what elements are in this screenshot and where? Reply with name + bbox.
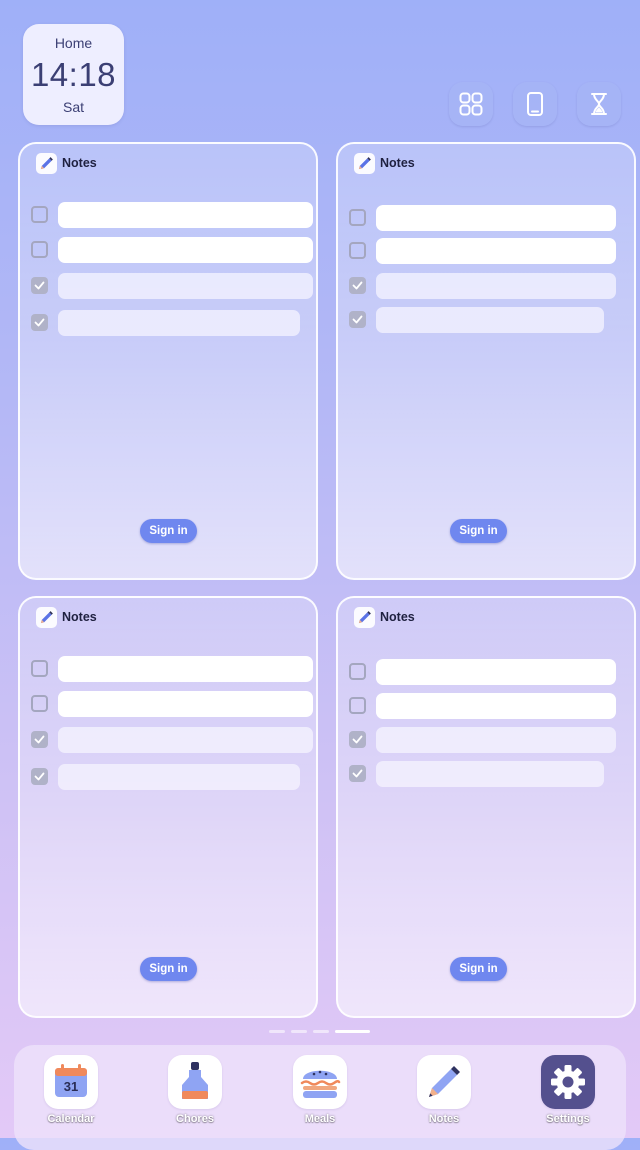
page-dot[interactable] (291, 1030, 307, 1033)
checkbox[interactable] (31, 241, 48, 258)
sign-in-button[interactable]: Sign in (450, 519, 507, 543)
item-text-field[interactable] (58, 656, 313, 682)
clock-location-label: Home (54, 35, 93, 51)
clock-widget[interactable]: Home 14:18 Sat (23, 24, 124, 125)
checkbox[interactable] (31, 695, 48, 712)
notes-pencil-icon (354, 152, 375, 174)
checkbox-checked[interactable] (349, 765, 366, 782)
checkbox-checked[interactable] (31, 731, 48, 748)
checkbox-checked[interactable] (349, 311, 366, 328)
calendar-date-text: 31 (63, 1079, 79, 1094)
notes-widget-4[interactable]: Notes Sign in (336, 596, 636, 1018)
dock-app-label: Chores (176, 1113, 214, 1125)
burger-icon (293, 1055, 347, 1109)
notes-widget-3[interactable]: Notes Sign in (18, 596, 318, 1018)
dock-app-label: Calendar (47, 1113, 95, 1125)
item-text-field[interactable] (376, 693, 616, 719)
checkbox[interactable] (31, 660, 48, 677)
check-icon (34, 735, 45, 744)
phone-icon (527, 92, 543, 116)
dock-app-notes[interactable]: Notes (409, 1055, 479, 1125)
item-text-field[interactable] (376, 727, 616, 753)
widget-title: Notes (380, 610, 415, 624)
item-text-field[interactable] (58, 764, 300, 790)
dock-app-label: Notes (428, 1113, 460, 1125)
grid-apps-icon (459, 92, 483, 116)
dock-app-chores[interactable]: Chores (160, 1055, 230, 1125)
checkbox-checked[interactable] (31, 768, 48, 785)
app-dock: 31 Calendar Chores Meals Notes Settings (14, 1045, 626, 1150)
checkbox-checked[interactable] (31, 277, 48, 294)
checkbox[interactable] (349, 663, 366, 680)
pencil-icon (417, 1055, 471, 1109)
check-icon (34, 772, 45, 781)
hourglass-icon (591, 93, 607, 115)
check-icon (352, 769, 363, 778)
item-text-field[interactable] (58, 202, 313, 228)
dock-app-meals[interactable]: Meals (285, 1055, 355, 1125)
check-icon (34, 281, 45, 290)
sign-in-button[interactable]: Sign in (450, 957, 507, 981)
item-text-field[interactable] (376, 205, 616, 231)
dock-app-label: Settings (546, 1113, 590, 1125)
page-dot[interactable] (313, 1030, 329, 1033)
checkbox[interactable] (349, 697, 366, 714)
item-text-field[interactable] (58, 273, 313, 299)
check-icon (352, 281, 363, 290)
check-icon (352, 315, 363, 324)
item-text-field[interactable] (58, 727, 313, 753)
item-text-field[interactable] (58, 691, 313, 717)
page-dot[interactable] (269, 1030, 285, 1033)
widget-title: Notes (62, 610, 97, 624)
checkbox[interactable] (31, 206, 48, 223)
dock-app-settings[interactable]: Settings (533, 1055, 603, 1125)
dock-app-calendar[interactable]: 31 Calendar (36, 1055, 106, 1125)
dock-app-label: Meals (304, 1113, 336, 1125)
item-text-field[interactable] (376, 659, 616, 685)
sign-in-button[interactable]: Sign in (140, 957, 197, 981)
spray-bottle-icon (168, 1055, 222, 1109)
clock-time: 14:18 (30, 56, 117, 93)
checkbox[interactable] (349, 209, 366, 226)
notes-pencil-icon (354, 606, 375, 628)
widget-title: Notes (62, 156, 97, 170)
check-icon (352, 735, 363, 744)
calendar-icon: 31 (44, 1055, 98, 1109)
clock-day: Sat (62, 99, 84, 115)
widget-title: Notes (380, 156, 415, 170)
item-text-field[interactable] (376, 761, 604, 787)
checkbox-checked[interactable] (31, 314, 48, 331)
notes-widget-1[interactable]: Notes Sign in (18, 142, 318, 580)
apps-button[interactable] (449, 82, 493, 126)
item-text-field[interactable] (58, 310, 300, 336)
item-text-field[interactable] (58, 237, 313, 263)
page-dot-active[interactable] (335, 1030, 370, 1033)
checkbox-checked[interactable] (349, 277, 366, 294)
item-text-field[interactable] (376, 307, 604, 333)
checkbox[interactable] (349, 242, 366, 259)
page-indicator (0, 1030, 640, 1034)
item-text-field[interactable] (376, 273, 616, 299)
notes-pencil-icon (36, 606, 57, 628)
notes-widget-2[interactable]: Notes Sign in (336, 142, 636, 580)
timer-button[interactable] (577, 82, 621, 126)
device-button[interactable] (513, 82, 557, 126)
check-icon (34, 318, 45, 327)
item-text-field[interactable] (376, 238, 616, 264)
gear-icon (541, 1055, 595, 1109)
sign-in-button[interactable]: Sign in (140, 519, 197, 543)
checkbox-checked[interactable] (349, 731, 366, 748)
notes-pencil-icon (36, 152, 57, 174)
